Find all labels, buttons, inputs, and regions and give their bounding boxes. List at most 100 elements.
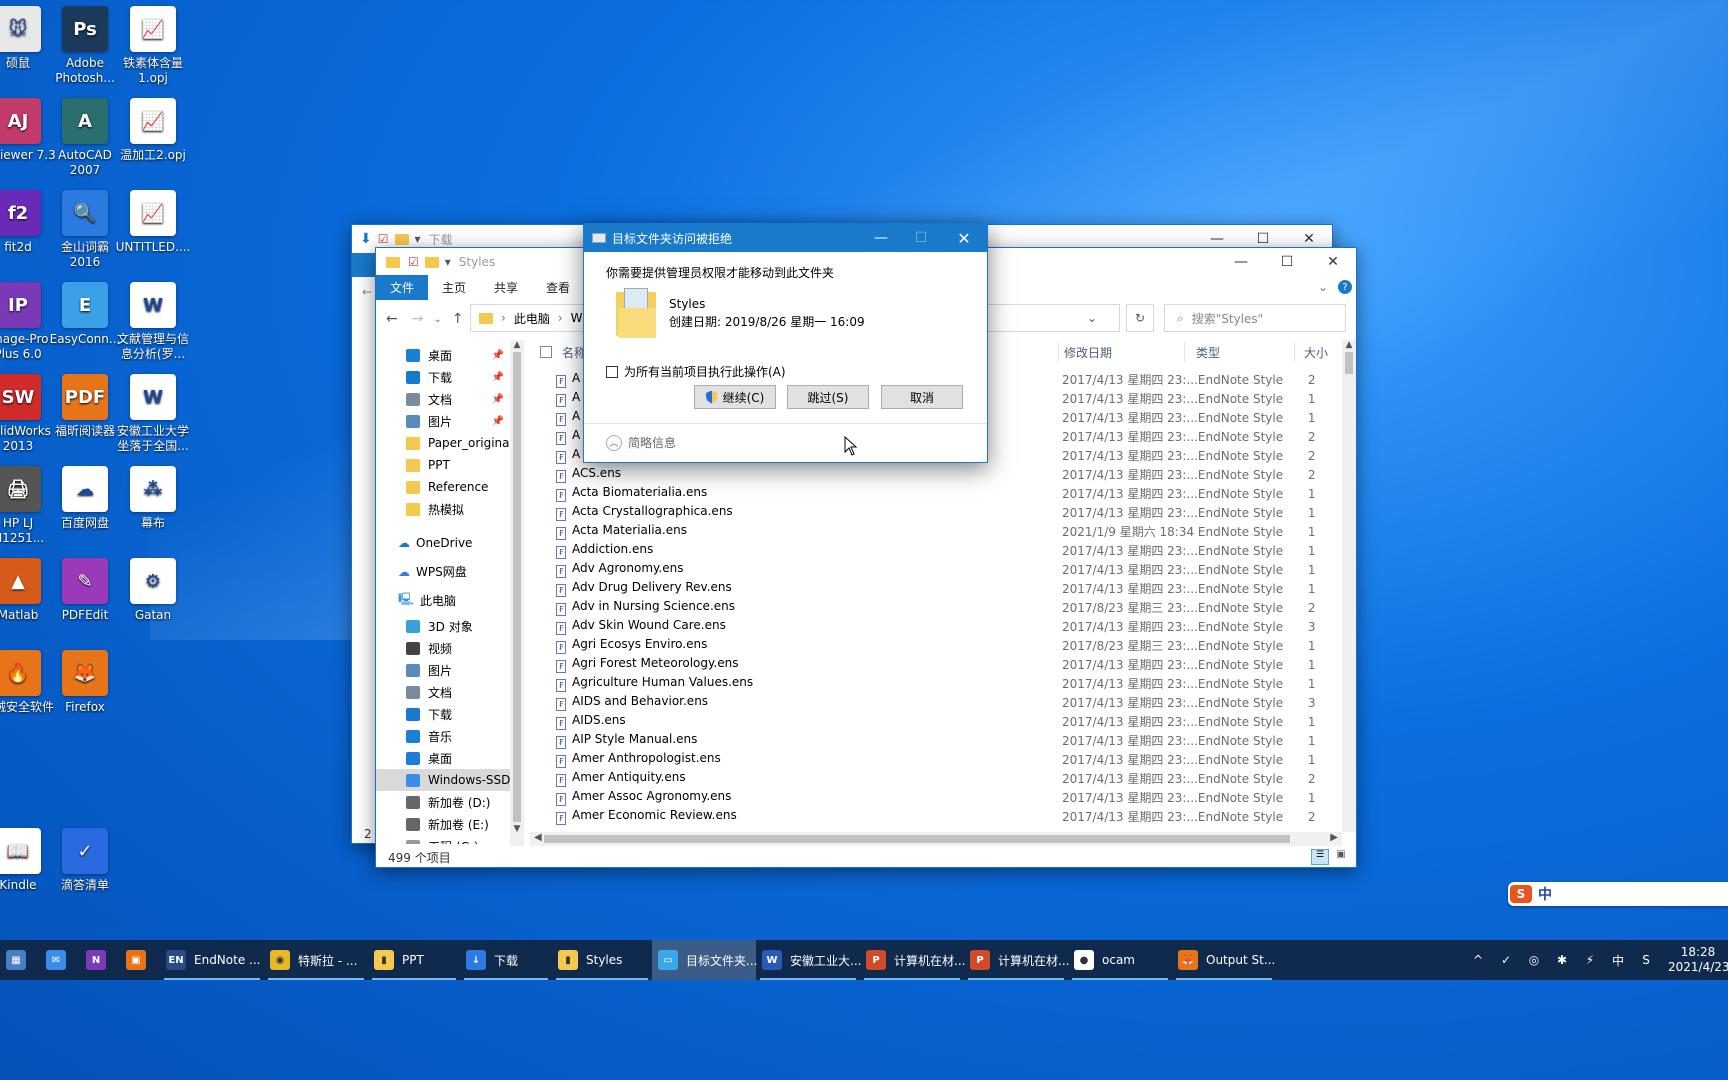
file-name-cell[interactable]: ₣ Adv Skin Wound Care.ens	[534, 617, 1062, 636]
desktop-icon[interactable]: ✓ 滴答清单	[45, 828, 125, 893]
taskbar-button[interactable]: ▣	[120, 940, 160, 980]
taskbar-button[interactable]: P 计算机在材...	[860, 940, 965, 980]
sidebar-item[interactable]: 下载	[376, 703, 510, 725]
scroll-thumb[interactable]	[1345, 352, 1353, 374]
taskbar-button[interactable]: 🦊 Output St...	[1172, 940, 1276, 980]
table-row[interactable]: ₣ Acta Crystallographica.ens 2017/4/13 星期四…	[534, 503, 1338, 522]
scroll-right-icon[interactable]: ▶	[1330, 832, 1338, 843]
file-name-cell[interactable]: ₣ Amer Antiquity.ens	[534, 769, 1062, 788]
file-name-cell[interactable]: ₣ Acta Biomaterialia.ens	[534, 484, 1062, 503]
file-name-cell[interactable]: ₣ Amer Economic Review.ens	[534, 807, 1062, 826]
search-input[interactable]: 搜索"Styles"	[1192, 310, 1263, 327]
table-row[interactable]: ₣ Agri Forest Meteorology.ens 2017/4/13 星期…	[534, 655, 1338, 674]
sidebar-item[interactable]: PPT	[376, 454, 510, 476]
sidebar-item[interactable]: Paper_original	[376, 432, 510, 454]
tray-icon[interactable]: ^	[1464, 953, 1492, 967]
tray-icon[interactable]: ⚡	[1576, 953, 1604, 967]
filelist-hscrollbar[interactable]: ◀ ▶	[530, 832, 1342, 846]
skip-button[interactable]: 跳过(S)	[787, 385, 869, 409]
tray-icon[interactable]: ✓	[1492, 953, 1520, 967]
column-divider[interactable]	[1184, 342, 1185, 362]
clock[interactable]: 18:28 2021/4/23	[1668, 945, 1728, 975]
ribbon-expand-icon[interactable]: ⌄	[1318, 280, 1328, 294]
table-row[interactable]: ₣ Adv in Nursing Science.ens 2017/8/23 星期三…	[534, 598, 1338, 617]
scroll-thumb[interactable]	[544, 835, 1290, 843]
ime-mode[interactable]: 中	[1538, 884, 1552, 904]
desktop-icon[interactable]: ⁂ 幕布	[113, 466, 193, 531]
forward-arrow-icon[interactable]: →	[412, 311, 424, 327]
minimize-button[interactable]: —	[861, 224, 901, 252]
tray-icon[interactable]: ✱	[1548, 953, 1576, 967]
back-arrow-icon[interactable]: ←	[386, 311, 398, 327]
sidebar-item[interactable]: 新加卷 (D:)	[376, 791, 510, 813]
table-row[interactable]: ₣ Amer Antiquity.ens 2017/4/13 星期四 23:... E…	[534, 769, 1338, 788]
desktop-icon[interactable]: 📈 UNTITLED....	[113, 190, 193, 255]
chevron-up-icon[interactable]: ︿	[606, 434, 622, 451]
sidebar-item[interactable]: 工程 (G:)	[376, 835, 510, 844]
file-name-cell[interactable]: ₣ Amer Anthropologist.ens	[534, 750, 1062, 769]
taskbar-button[interactable]: EN EndNote ...	[160, 940, 264, 980]
sidebar-item[interactable]: 热模拟	[376, 498, 510, 520]
address-dropdown-icon[interactable]: ⌄	[1087, 311, 1097, 325]
table-row[interactable]: ₣ Amer Assoc Agronomy.ens 2017/4/13 星期四 23…	[534, 788, 1338, 807]
taskbar-button[interactable]: ◉ 特斯拉 - ...	[264, 940, 368, 980]
taskbar-button[interactable]: ↓ 下载	[460, 940, 552, 980]
sidebar-item[interactable]: Windows-SSD (C	[376, 769, 510, 791]
file-name-cell[interactable]: ₣ AIDS.ens	[534, 712, 1062, 731]
pin-icon[interactable]: 📌	[492, 350, 504, 361]
desktop-icon[interactable]: 📈 铁素体含量1.opj	[113, 6, 193, 86]
sidebar-item-wps[interactable]: ☁ WPS网盘	[376, 557, 510, 586]
file-name-cell[interactable]: ₣ Addiction.ens	[534, 541, 1062, 560]
file-name-cell[interactable]: ₣ Adv Drug Delivery Rev.ens	[534, 579, 1062, 598]
table-row[interactable]: ₣ Adv Agronomy.ens 2017/4/13 星期四 23:... End…	[534, 560, 1338, 579]
scroll-down-icon[interactable]: ▼	[510, 824, 524, 834]
table-row[interactable]: ₣ Acta Materialia.ens 2021/1/9 星期六 18:34 En…	[534, 522, 1338, 541]
desktop-icon[interactable]: 📈 温加工2.opj	[113, 98, 193, 163]
tab-view[interactable]: 查看	[532, 275, 584, 300]
new-folder-icon[interactable]	[424, 256, 439, 268]
large-icons-view-icon[interactable]: ▣	[1332, 849, 1350, 865]
pin-icon[interactable]: 📌	[492, 394, 504, 405]
table-row[interactable]: ₣ Addiction.ens 2017/4/13 星期四 23:... EndNot…	[534, 541, 1338, 560]
qat-dropdown-icon[interactable]: ▾	[415, 232, 421, 246]
up-arrow-icon[interactable]: ↑	[452, 311, 464, 327]
recent-dropdown-icon[interactable]: ⌄	[433, 314, 441, 325]
sidebar-item[interactable]: Reference	[376, 476, 510, 498]
back-arrow-icon[interactable]: ←	[362, 285, 372, 299]
table-row[interactable]: ₣ Adv Skin Wound Care.ens 2017/4/13 星期四 23…	[534, 617, 1338, 636]
sidebar-item[interactable]: 音乐	[376, 725, 510, 747]
table-row[interactable]: ₣ Amer Economic Review.ens 2017/4/13 星期四 2…	[534, 807, 1338, 826]
dialog-titlebar[interactable]: 目标文件夹访问被拒绝 — ☐ ✕	[584, 224, 987, 252]
scroll-up-icon[interactable]: ▲	[510, 340, 524, 350]
file-name-cell[interactable]: ₣ Agriculture Human Values.ens	[534, 674, 1062, 693]
sidebar-item-thispc[interactable]: 🖳 此电脑	[376, 586, 510, 615]
table-row[interactable]: ₣ ACS.ens 2017/4/13 星期四 23:... EndNote Styl…	[534, 465, 1338, 484]
cancel-button[interactable]: 取消	[881, 385, 963, 409]
file-name-cell[interactable]: ₣ AIDS and Behavior.ens	[534, 693, 1062, 712]
breadcrumb-thispc[interactable]: 此电脑	[514, 310, 550, 327]
sidebar-item[interactable]: 文档	[376, 681, 510, 703]
pin-icon[interactable]: 📌	[492, 372, 504, 383]
desktop-icon[interactable]: W 安徽工业大学坐落于全国...	[113, 374, 193, 454]
tray-icon[interactable]: ◎	[1520, 953, 1548, 967]
maximize-button[interactable]: ☐	[1264, 248, 1310, 276]
sidebar-item[interactable]: 图片 📌	[376, 410, 510, 432]
properties-icon[interactable]: ☑	[378, 232, 389, 246]
qat-dropdown-icon[interactable]: ▾	[445, 255, 451, 269]
desktop-icon[interactable]: W 文献管理与信息分析(罗...	[113, 282, 193, 362]
sidebar-item[interactable]: 新加卷 (E:)	[376, 813, 510, 835]
column-date[interactable]: 修改日期	[1064, 344, 1112, 361]
taskbar-button[interactable]: N	[80, 940, 120, 980]
file-name-cell[interactable]: ₣ Adv in Nursing Science.ens	[534, 598, 1062, 617]
tray-icon[interactable]: S	[1632, 953, 1660, 967]
sidebar-item[interactable]: 桌面 📌	[376, 344, 510, 366]
sidebar-item[interactable]: 下载 📌	[376, 366, 510, 388]
pin-icon[interactable]: 📌	[492, 416, 504, 427]
column-size[interactable]: 大小	[1304, 344, 1328, 361]
file-name-cell[interactable]: ₣ Amer Assoc Agronomy.ens	[534, 788, 1062, 807]
table-row[interactable]: ₣ Adv Drug Delivery Rev.ens 2017/4/13 星期四 …	[534, 579, 1338, 598]
apply-all-checkbox[interactable]: 为所有当前项目执行此操作(A)	[606, 363, 786, 380]
file-name-cell[interactable]: ₣ AIP Style Manual.ens	[534, 731, 1062, 750]
file-name-cell[interactable]: ₣ ACS.ens	[534, 465, 1062, 484]
sidebar-item[interactable]: 视频	[376, 637, 510, 659]
